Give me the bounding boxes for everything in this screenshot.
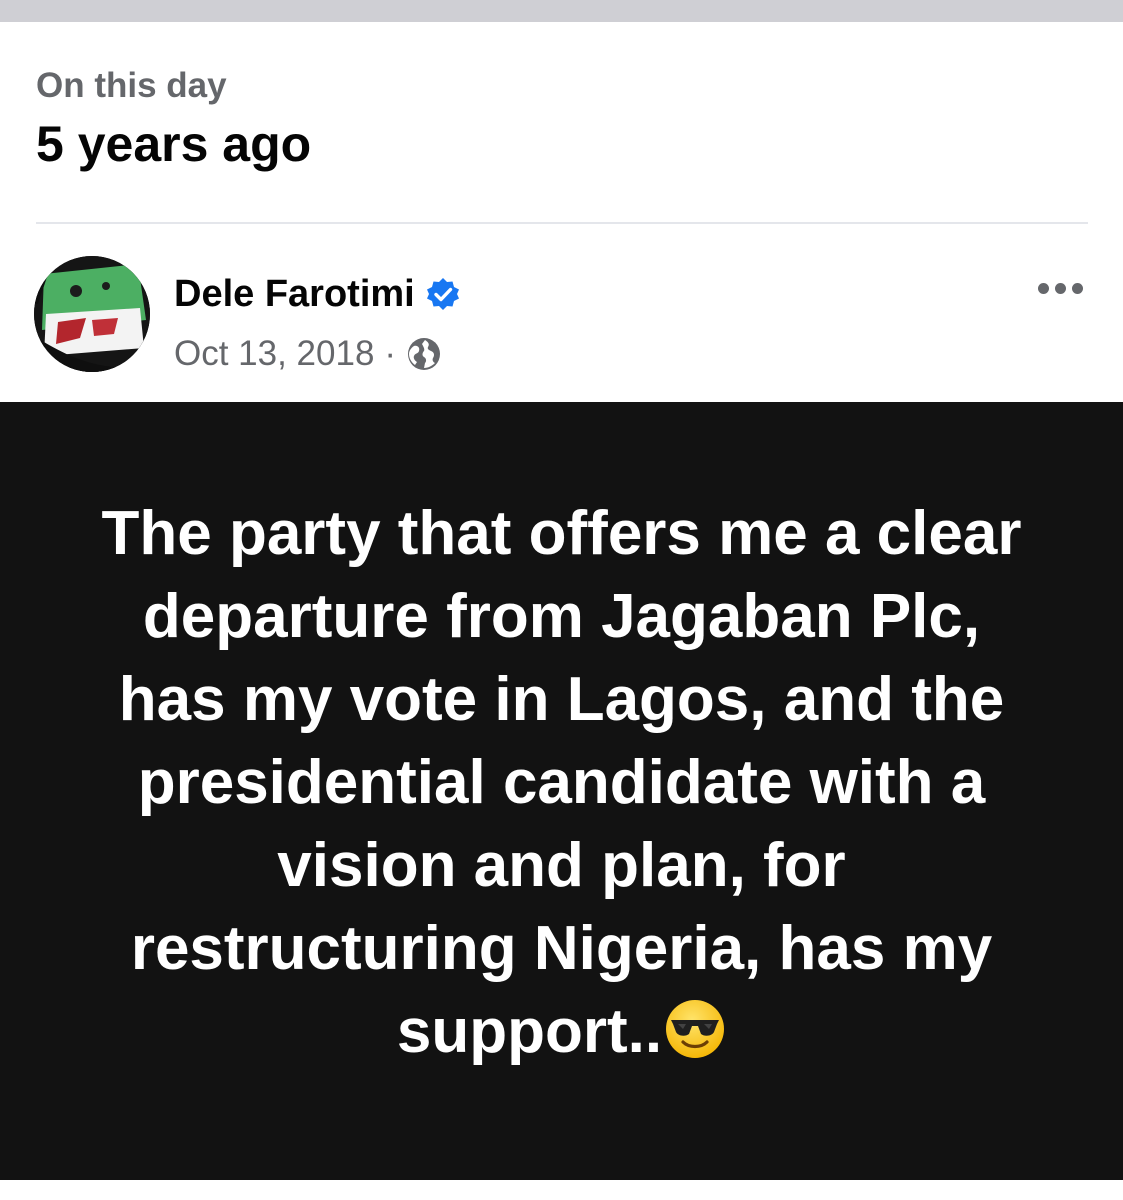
smiling-face-with-sunglasses-icon	[664, 998, 726, 1060]
more-options-dot	[1071, 282, 1083, 294]
verified-badge-icon	[425, 276, 461, 312]
avatar[interactable]	[34, 256, 150, 372]
more-options-dot	[1054, 282, 1066, 294]
more-options-button[interactable]	[1030, 272, 1090, 304]
post-text: The party that offers me a clear departu…	[101, 498, 1022, 1066]
memory-header: On this day 5 years ago	[36, 66, 311, 170]
memory-kicker: On this day	[36, 66, 227, 105]
top-strip	[0, 0, 1123, 22]
author-row: Dele Farotimi	[174, 272, 461, 316]
memory-title: 5 years ago	[36, 116, 312, 172]
globe-icon	[406, 336, 442, 372]
post-meta: Oct 13, 2018 ·	[174, 334, 442, 374]
divider	[36, 222, 1088, 224]
post-date[interactable]: Oct 13, 2018	[174, 334, 374, 374]
author-name[interactable]: Dele Farotimi	[174, 272, 415, 316]
meta-separator: ·	[384, 334, 397, 373]
avatar-image	[34, 256, 150, 372]
post-text-container: The party that offers me a clear departu…	[82, 492, 1042, 1073]
more-options-dot	[1037, 282, 1049, 294]
post-text-card: The party that offers me a clear departu…	[0, 402, 1123, 1180]
